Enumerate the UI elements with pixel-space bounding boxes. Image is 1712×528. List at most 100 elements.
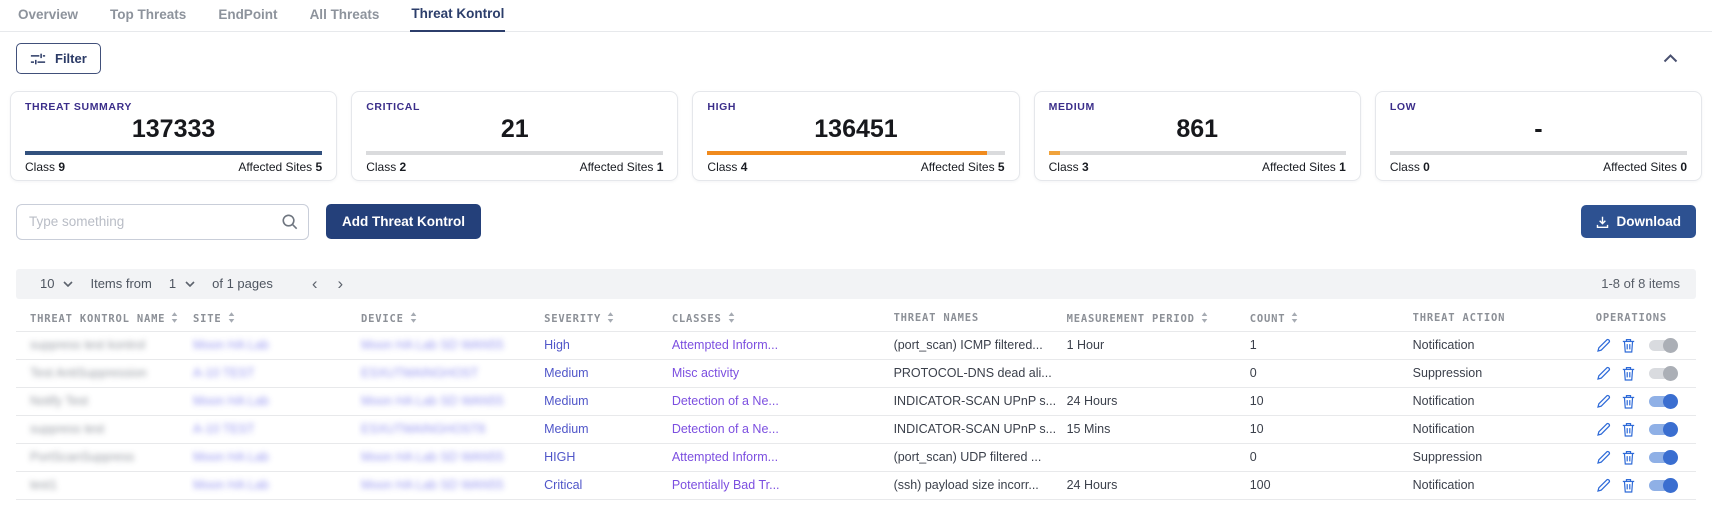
collapse-filter-chevron-up-icon[interactable] — [1663, 54, 1678, 63]
page-size-select[interactable]: 10 — [40, 276, 73, 291]
delete-trash-icon[interactable] — [1622, 422, 1635, 437]
prev-page-chevron-left-icon[interactable]: ‹ — [312, 275, 318, 292]
cell-classes[interactable]: Misc activity — [668, 359, 890, 387]
cell-threat-action: Notification — [1409, 415, 1592, 443]
edit-pencil-icon[interactable] — [1596, 478, 1611, 493]
cell-classes[interactable]: Attempted Inform... — [668, 331, 890, 359]
delete-trash-icon[interactable] — [1622, 338, 1635, 353]
column-header-threat-action: THREAT ACTION — [1409, 304, 1592, 332]
cell-severity[interactable]: Medium — [540, 359, 668, 387]
cell-device[interactable]: Moon HA Lab SD WAN55 — [357, 387, 540, 415]
cell-classes[interactable]: Detection of a Ne... — [668, 415, 890, 443]
filter-button[interactable]: Filter — [16, 43, 101, 74]
column-header-site[interactable]: SITE — [189, 304, 357, 332]
cell-device[interactable]: Moon HA Lab SD WAN55 — [357, 331, 540, 359]
tab-overview[interactable]: Overview — [17, 0, 79, 31]
edit-pencil-icon[interactable] — [1596, 394, 1611, 409]
enable-toggle[interactable] — [1649, 396, 1676, 407]
cell-device[interactable]: Moon HA Lab SD WAN55 — [357, 443, 540, 471]
filter-sliders-icon — [30, 52, 46, 66]
cell-measurement-period — [1063, 359, 1246, 387]
card-class-count: Class 0 — [1390, 160, 1430, 174]
download-button[interactable]: Download — [1581, 205, 1697, 238]
cell-operations — [1592, 471, 1696, 499]
cell-count: 10 — [1246, 415, 1409, 443]
edit-pencil-icon[interactable] — [1596, 338, 1611, 353]
delete-trash-icon[interactable] — [1622, 366, 1635, 381]
enable-toggle[interactable] — [1649, 480, 1676, 491]
column-header-operations: OPERATIONS — [1592, 304, 1696, 332]
next-page-chevron-right-icon[interactable]: › — [338, 275, 344, 292]
cell-site[interactable]: A-10 TEST — [189, 415, 357, 443]
cell-site[interactable]: Moon HA Lab — [189, 331, 357, 359]
enable-toggle[interactable] — [1649, 452, 1676, 463]
page-select[interactable]: 1 — [169, 276, 195, 291]
column-header-device[interactable]: DEVICE — [357, 304, 540, 332]
card-progress-bar — [1049, 151, 1346, 155]
cell-severity[interactable]: Medium — [540, 415, 668, 443]
current-page-value: 1 — [169, 276, 176, 291]
add-threat-kontrol-button[interactable]: Add Threat Kontrol — [326, 204, 481, 239]
pages-count-label: of 1 pages — [212, 276, 273, 291]
column-header-count[interactable]: COUNT — [1246, 304, 1409, 332]
cell-count: 100 — [1246, 471, 1409, 499]
cell-threat-names: (port_scan) UDP filtered ... — [890, 443, 1063, 471]
search-input[interactable] — [16, 204, 309, 240]
card-progress-fill — [1049, 151, 1061, 155]
table-row: suppress test kontrol Moon HA Lab Moon H… — [16, 331, 1696, 359]
cell-operations — [1592, 387, 1696, 415]
cell-count: 0 — [1246, 359, 1409, 387]
cell-severity[interactable]: Medium — [540, 387, 668, 415]
tab-endpoint[interactable]: EndPoint — [217, 0, 278, 31]
enable-toggle[interactable] — [1649, 340, 1676, 351]
cell-site[interactable]: Moon HA Lab — [189, 387, 357, 415]
sort-icon — [410, 312, 417, 323]
enable-toggle[interactable] — [1649, 368, 1676, 379]
cell-classes[interactable]: Attempted Inform... — [668, 443, 890, 471]
table-row: suppress test A-10 TEST ESXUTMAINGHOST8 … — [16, 415, 1696, 443]
cell-measurement-period: 24 Hours — [1063, 387, 1246, 415]
cell-measurement-period: 24 Hours — [1063, 471, 1246, 499]
column-header-classes[interactable]: CLASSES — [668, 304, 890, 332]
card-progress-bar — [366, 151, 663, 155]
column-header-threat-kontrol-name[interactable]: THREAT KONTROL NAME — [16, 304, 189, 332]
cell-device[interactable]: ESXUTMAINGHOST8 — [357, 415, 540, 443]
cell-count: 1 — [1246, 331, 1409, 359]
cell-site[interactable]: Moon HA Lab — [189, 443, 357, 471]
cell-classes[interactable]: Potentially Bad Tr... — [668, 471, 890, 499]
delete-trash-icon[interactable] — [1622, 478, 1635, 493]
tab-threat-kontrol[interactable]: Threat Kontrol — [410, 0, 505, 32]
card-progress-fill — [25, 151, 322, 155]
cell-site[interactable]: Moon HA Lab — [189, 471, 357, 499]
tab-top-threats[interactable]: Top Threats — [109, 0, 187, 31]
card-footer: Class 3 Affected Sites 1 — [1049, 155, 1346, 174]
toggle-knob — [1663, 394, 1678, 409]
edit-pencil-icon[interactable] — [1596, 422, 1611, 437]
cell-device[interactable]: ESXUTMAINGHOST — [357, 359, 540, 387]
enable-toggle[interactable] — [1649, 424, 1676, 435]
sort-icon — [1291, 312, 1298, 323]
card-affected-sites: Affected Sites 5 — [238, 160, 322, 174]
items-range-label: 1-8 of 8 items — [1601, 276, 1680, 291]
cell-classes[interactable]: Detection of a Ne... — [668, 387, 890, 415]
cell-threat-kontrol-name: PortScanSuppress — [16, 443, 189, 471]
column-header-severity[interactable]: SEVERITY — [540, 304, 668, 332]
cell-device[interactable]: Moon HA Lab SD WAN55 — [357, 471, 540, 499]
cell-threat-names: (port_scan) ICMP filtered... — [890, 331, 1063, 359]
items-from-label: Items from — [90, 276, 151, 291]
tab-all-threats[interactable]: All Threats — [309, 0, 381, 31]
edit-pencil-icon[interactable] — [1596, 366, 1611, 381]
search-icon[interactable] — [281, 213, 298, 230]
cell-threat-action: Notification — [1409, 331, 1592, 359]
cell-severity[interactable]: Critical — [540, 471, 668, 499]
edit-pencil-icon[interactable] — [1596, 450, 1611, 465]
delete-trash-icon[interactable] — [1622, 394, 1635, 409]
table-header-row: THREAT KONTROL NAMESITEDEVICESEVERITYCLA… — [16, 304, 1696, 332]
column-header-measurement-period[interactable]: MEASUREMENT PERIOD — [1063, 304, 1246, 332]
cell-threat-kontrol-name: Test AntiSuppression — [16, 359, 189, 387]
cell-measurement-period: 1 Hour — [1063, 331, 1246, 359]
cell-severity[interactable]: HIGH — [540, 443, 668, 471]
cell-site[interactable]: A-10 TEST — [189, 359, 357, 387]
cell-severity[interactable]: High — [540, 331, 668, 359]
delete-trash-icon[interactable] — [1622, 450, 1635, 465]
